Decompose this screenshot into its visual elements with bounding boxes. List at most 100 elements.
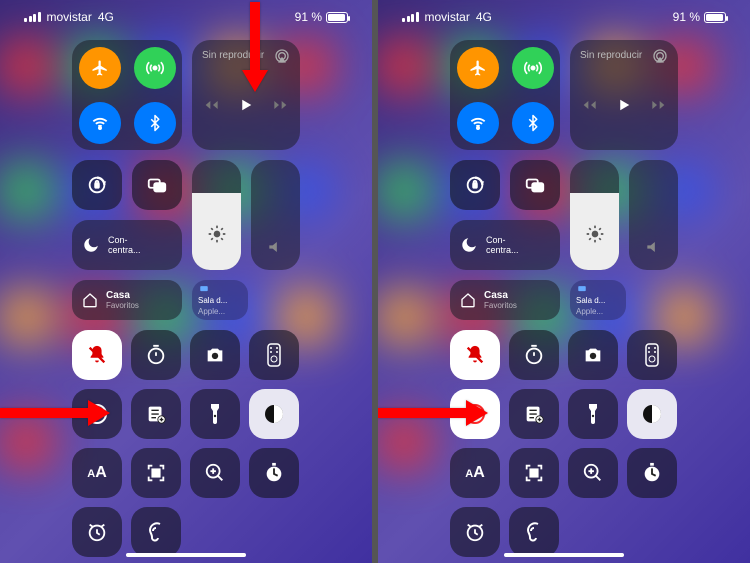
screen-mirror-button[interactable] <box>132 160 182 210</box>
camera-button[interactable] <box>190 330 240 380</box>
remote-icon <box>267 343 281 367</box>
room-button[interactable]: Sala d... Apple... <box>570 280 626 320</box>
room-line1: Sala d... <box>198 296 227 305</box>
mute-button[interactable] <box>72 330 122 380</box>
home-icon <box>460 292 476 308</box>
hearing-button[interactable] <box>509 507 559 557</box>
bell-slash-icon <box>464 344 486 366</box>
camera-icon <box>582 344 604 366</box>
room-line2: Apple... <box>198 307 225 316</box>
ear-icon <box>524 520 544 544</box>
focus-button[interactable]: Con- centra... <box>72 220 182 270</box>
stopwatch-button[interactable] <box>627 448 677 498</box>
play-icon[interactable] <box>615 96 633 114</box>
notes-button[interactable] <box>131 389 181 439</box>
bluetooth-toggle[interactable] <box>134 102 176 144</box>
airplay-icon[interactable] <box>652 48 668 64</box>
brightness-slider[interactable] <box>192 160 241 270</box>
text-size-button[interactable]: AA <box>72 448 122 498</box>
carrier-label: movistar <box>425 10 470 24</box>
dark-mode-icon <box>262 402 286 426</box>
media-controls[interactable]: Sin reproducir <box>570 40 678 150</box>
prev-track-icon[interactable] <box>203 97 219 113</box>
signal-icon <box>24 12 41 22</box>
next-track-icon[interactable] <box>273 97 289 113</box>
home-button[interactable]: Casa Favoritos <box>72 280 182 320</box>
arrow-annotation-side <box>0 398 118 428</box>
qr-scanner-button[interactable] <box>509 448 559 498</box>
focus-button[interactable]: Con- centra... <box>450 220 560 270</box>
battery-icon <box>326 12 348 23</box>
focus-label: Con- centra... <box>108 235 141 255</box>
volume-icon <box>266 237 286 257</box>
remote-icon <box>645 343 659 367</box>
flashlight-icon <box>208 402 222 426</box>
home-indicator[interactable] <box>126 553 246 557</box>
timer-button[interactable] <box>509 330 559 380</box>
qr-icon <box>523 462 545 484</box>
volume-slider[interactable] <box>629 160 678 270</box>
remote-button[interactable] <box>249 330 299 380</box>
room-line1: Sala d... <box>576 296 605 305</box>
screenshot-after: movistar 4G 91 % <box>378 0 750 563</box>
stopwatch-button[interactable] <box>249 448 299 498</box>
dark-mode-button[interactable] <box>627 389 677 439</box>
magnifier-button[interactable] <box>190 448 240 498</box>
brightness-icon <box>207 224 227 244</box>
room-button[interactable]: Sala d... Apple... <box>192 280 248 320</box>
notes-icon <box>145 403 167 425</box>
screen-mirror-button[interactable] <box>510 160 560 210</box>
flashlight-button[interactable] <box>190 389 240 439</box>
carrier-label: movistar <box>47 10 92 24</box>
cellular-toggle[interactable] <box>512 47 554 89</box>
brightness-icon <box>585 224 605 244</box>
home-title: Casa <box>106 290 139 301</box>
dark-mode-button[interactable] <box>249 389 299 439</box>
alarm-button[interactable] <box>72 507 122 557</box>
remote-button[interactable] <box>627 330 677 380</box>
moon-icon <box>460 236 478 254</box>
airplane-toggle[interactable] <box>457 47 499 89</box>
camera-icon <box>204 344 226 366</box>
ear-icon <box>146 520 166 544</box>
timer-button[interactable] <box>131 330 181 380</box>
home-button[interactable]: Casa Favoritos <box>450 280 560 320</box>
wifi-toggle[interactable] <box>79 102 121 144</box>
prev-track-icon[interactable] <box>581 97 597 113</box>
airplane-toggle[interactable] <box>79 47 121 89</box>
home-sub: Favoritos <box>484 301 517 310</box>
home-title: Casa <box>484 290 517 301</box>
connectivity-group <box>450 40 560 150</box>
qr-scanner-button[interactable] <box>131 448 181 498</box>
arrow-annotation-down <box>240 2 270 102</box>
airplay-icon[interactable] <box>274 48 290 64</box>
timer-icon <box>145 344 167 366</box>
magnifier-button[interactable] <box>568 448 618 498</box>
volume-slider[interactable] <box>251 160 300 270</box>
home-indicator[interactable] <box>504 553 624 557</box>
tv-icon <box>576 284 588 294</box>
orientation-lock-button[interactable] <box>72 160 122 210</box>
bluetooth-toggle[interactable] <box>512 102 554 144</box>
alarm-button[interactable] <box>450 507 500 557</box>
camera-button[interactable] <box>568 330 618 380</box>
flashlight-button[interactable] <box>568 389 618 439</box>
hearing-button[interactable] <box>131 507 181 557</box>
alarm-icon <box>86 521 108 543</box>
connectivity-group <box>72 40 182 150</box>
orientation-lock-button[interactable] <box>450 160 500 210</box>
cellular-toggle[interactable] <box>134 47 176 89</box>
text-size-button[interactable]: AA <box>450 448 500 498</box>
alarm-icon <box>464 521 486 543</box>
mute-button[interactable] <box>450 330 500 380</box>
home-sub: Favoritos <box>106 301 139 310</box>
brightness-slider[interactable] <box>570 160 619 270</box>
text-size-icon: AA <box>87 464 107 482</box>
notes-button[interactable] <box>509 389 559 439</box>
notes-icon <box>523 403 545 425</box>
battery-icon <box>704 12 726 23</box>
text-size-icon: AA <box>465 464 485 482</box>
wifi-toggle[interactable] <box>457 102 499 144</box>
next-track-icon[interactable] <box>651 97 667 113</box>
qr-icon <box>145 462 167 484</box>
